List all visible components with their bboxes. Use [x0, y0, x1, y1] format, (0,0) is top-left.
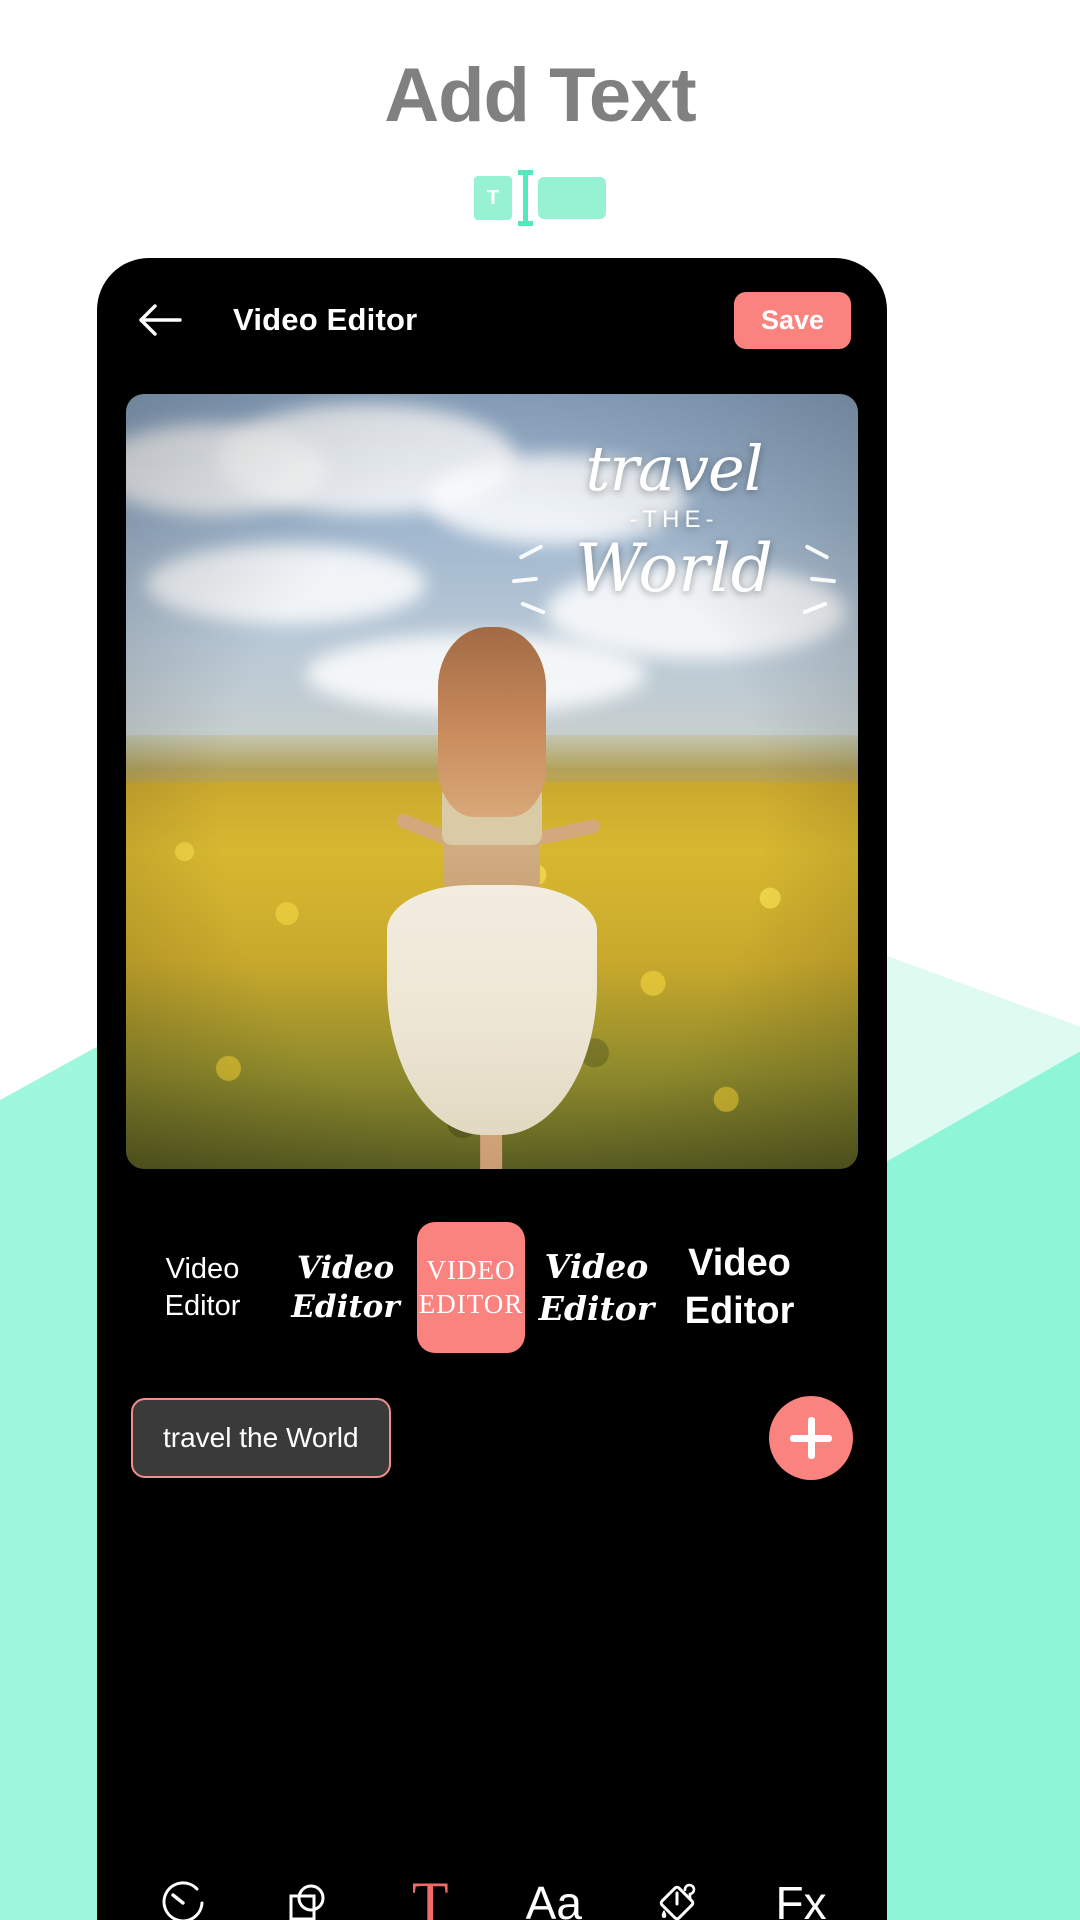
font-option-line1: Video: [165, 1253, 240, 1286]
app-header: Video Editor Save: [97, 258, 887, 382]
blend-shapes-icon[interactable]: [265, 1862, 347, 1920]
font-option-line1: Video: [688, 1242, 791, 1284]
text-icon[interactable]: T: [389, 1862, 471, 1920]
phone-mockup: Video Editor Save travel -THE- World Vid…: [97, 258, 887, 1920]
app-title: Video Editor: [233, 302, 418, 337]
bottom-toolbar: T Aa Fx: [97, 1828, 887, 1920]
overlay-line-1: travel: [585, 432, 763, 505]
font-option-line2: Editor: [164, 1289, 241, 1322]
font-option-1[interactable]: Video Editor: [274, 1222, 417, 1353]
text-caret-icon: [518, 170, 533, 226]
font-picker[interactable]: Video Editor Video Editor VIDEO EDITOR V…: [97, 1205, 887, 1370]
font-option-line1: Video: [544, 1247, 649, 1287]
text-layer-row: travel the World: [131, 1392, 853, 1484]
font-icon[interactable]: Aa: [513, 1862, 595, 1920]
font-option-line1: VIDEO: [426, 1254, 516, 1285]
text-layer-chip[interactable]: travel the World: [131, 1398, 391, 1478]
paint-bucket-icon[interactable]: [636, 1862, 718, 1920]
font-option-line2: EDITOR: [418, 1288, 524, 1319]
add-text-button[interactable]: [769, 1396, 853, 1480]
font-option-line2: Editor: [538, 1288, 655, 1328]
font-option-line1: Video: [296, 1249, 395, 1286]
font-option-line2: Editor: [684, 1289, 795, 1332]
overlay-text-layer[interactable]: travel -THE- World: [511, 432, 837, 615]
font-option-line2: Editor: [291, 1288, 400, 1325]
text-cursor-decoration: T: [0, 170, 1080, 226]
font-option-4[interactable]: Video Editor: [668, 1222, 811, 1353]
duration-icon[interactable]: [142, 1862, 224, 1920]
save-button[interactable]: Save: [733, 291, 851, 349]
screenshot-root: Add Text T Video Editor Save travel -THE…: [0, 0, 1080, 1920]
text-field-bar: [538, 177, 606, 219]
text-tool-badge-icon: T: [474, 176, 512, 220]
font-option-3[interactable]: Video Editor: [525, 1222, 668, 1353]
font-option-2[interactable]: VIDEO EDITOR: [417, 1222, 525, 1353]
page-title: Add Text: [384, 53, 696, 138]
video-preview[interactable]: travel -THE- World: [126, 394, 858, 1169]
effects-icon[interactable]: Fx: [760, 1862, 842, 1920]
overlay-line-3: World: [575, 530, 773, 607]
font-option-0[interactable]: Video Editor: [131, 1222, 274, 1353]
back-button[interactable]: [129, 289, 191, 351]
back-arrow-icon: [139, 304, 182, 336]
